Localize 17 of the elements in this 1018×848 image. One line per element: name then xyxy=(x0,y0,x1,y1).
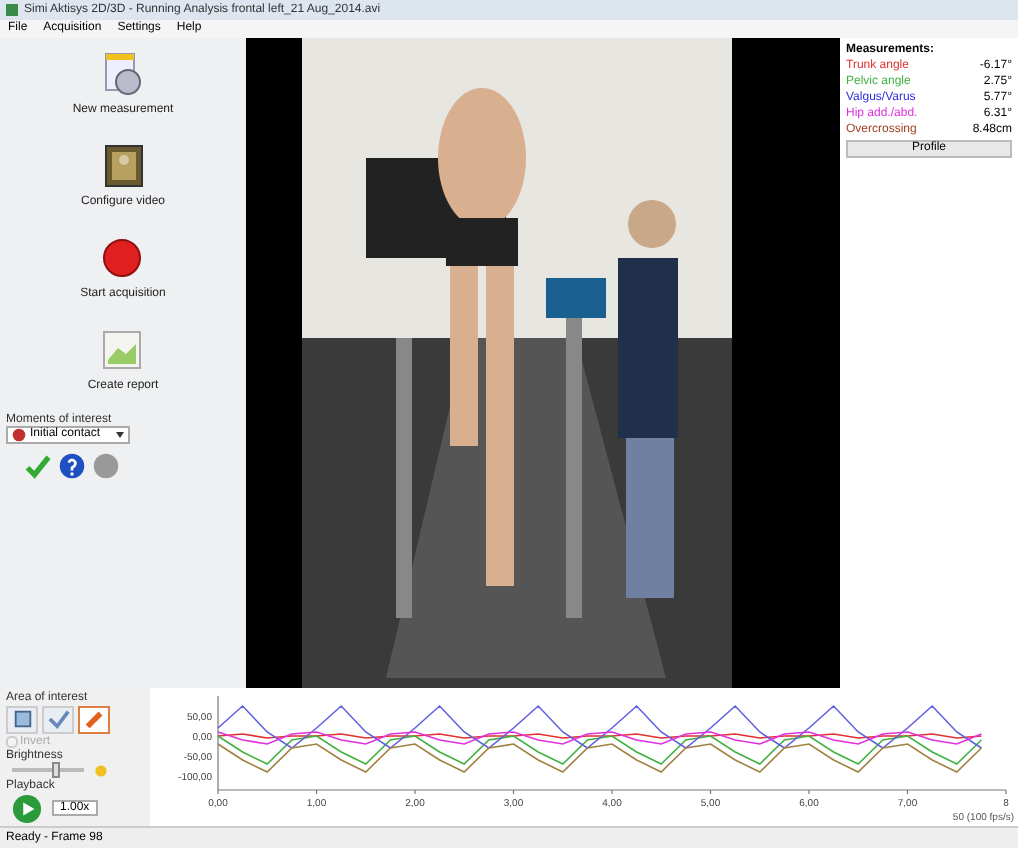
record-icon xyxy=(98,233,147,282)
brush-icon xyxy=(83,708,105,731)
sun-icon xyxy=(94,763,108,778)
app-icon xyxy=(6,3,18,16)
report-icon xyxy=(98,325,147,374)
y-axis xyxy=(217,695,219,791)
square-icon xyxy=(11,708,33,731)
checkmark-icon xyxy=(47,708,69,731)
checkmark-icon[interactable] xyxy=(24,451,52,480)
caret-icon xyxy=(116,431,124,438)
tool-button[interactable] xyxy=(42,705,74,734)
brightness-slider[interactable] xyxy=(12,768,84,773)
tool-button[interactable] xyxy=(78,705,110,734)
play-button[interactable] xyxy=(12,793,42,824)
help-icon[interactable] xyxy=(58,451,86,480)
tool-button[interactable] xyxy=(6,705,38,734)
photo-icon xyxy=(99,141,147,190)
